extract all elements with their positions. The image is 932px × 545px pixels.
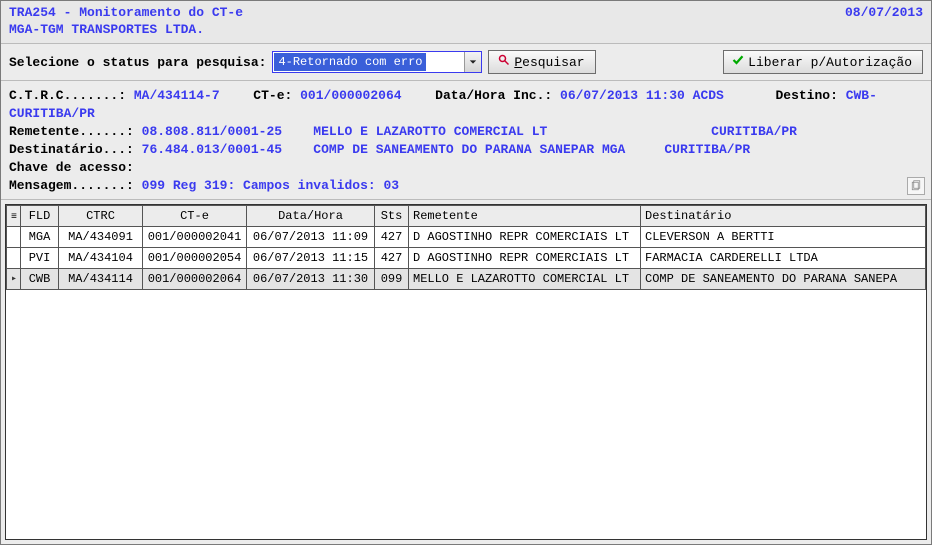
col-ctrc[interactable]: CTRC bbox=[59, 206, 143, 227]
col-marker[interactable]: ≡ bbox=[7, 206, 21, 227]
table-row[interactable]: MGAMA/434091001/00000204106/07/2013 11:0… bbox=[7, 227, 926, 248]
app-window: TRA254 - Monitoramento do CT-e 08/07/201… bbox=[0, 0, 932, 545]
search-button-label: Pesquisar bbox=[514, 55, 584, 70]
cell-mark: ▸ bbox=[7, 269, 21, 290]
destinatario-cnpj: 76.484.013/0001-45 bbox=[142, 142, 282, 157]
check-icon bbox=[732, 54, 744, 70]
col-cte[interactable]: CT-e bbox=[143, 206, 247, 227]
cell-fld: PVI bbox=[21, 248, 59, 269]
app-title: TRA254 - Monitoramento do CT-e bbox=[9, 5, 243, 20]
filter-label: Selecione o status para pesquisa: bbox=[9, 55, 266, 70]
datahora-label: Data/Hora Inc.: bbox=[435, 88, 552, 103]
cell-datahora: 06/07/2013 11:30 bbox=[247, 269, 375, 290]
col-destinatario[interactable]: Destinatário bbox=[641, 206, 926, 227]
mensagem-label: Mensagem.......: bbox=[9, 178, 134, 193]
grid: ≡ FLD CTRC CT-e Data/Hora Sts Remetente … bbox=[5, 204, 927, 540]
status-select-value: 4-Retornado com erro bbox=[274, 53, 426, 71]
search-icon bbox=[498, 54, 510, 70]
cte-value: 001/000002064 bbox=[300, 88, 401, 103]
chave-label: Chave de acesso: bbox=[9, 160, 134, 175]
cell-cte: 001/000002064 bbox=[143, 269, 247, 290]
destinatario-cidade: CURITIBA/PR bbox=[664, 142, 750, 157]
cell-remetente: D AGOSTINHO REPR COMERCIAIS LT bbox=[409, 248, 641, 269]
cell-sts: 099 bbox=[375, 269, 409, 290]
destinatario-nome: COMP DE SANEAMENTO DO PARANA SANEPAR MGA bbox=[313, 142, 625, 157]
cell-ctrc: MA/434091 bbox=[59, 227, 143, 248]
destinatario-label: Destinatário...: bbox=[9, 142, 134, 157]
remetente-label: Remetente......: bbox=[9, 124, 134, 139]
filter-bar: Selecione o status para pesquisa: 4-Reto… bbox=[1, 44, 931, 81]
cell-mark bbox=[7, 227, 21, 248]
header-date: 08/07/2013 bbox=[845, 5, 923, 20]
cell-remetente: MELLO E LAZAROTTO COMERCIAL LT bbox=[409, 269, 641, 290]
authorize-button-label: Liberar p/Autorização bbox=[748, 55, 912, 70]
cell-destinatario: COMP DE SANEAMENTO DO PARANA SANEPA bbox=[641, 269, 926, 290]
cell-mark bbox=[7, 248, 21, 269]
remetente-nome: MELLO E LAZAROTTO COMERCIAL LT bbox=[313, 124, 547, 139]
cell-destinatario: FARMACIA CARDERELLI LTDA bbox=[641, 248, 926, 269]
authorize-button[interactable]: Liberar p/Autorização bbox=[723, 50, 923, 74]
table-header-row: ≡ FLD CTRC CT-e Data/Hora Sts Remetente … bbox=[7, 206, 926, 227]
col-fld[interactable]: FLD bbox=[21, 206, 59, 227]
chevron-down-icon bbox=[464, 52, 481, 72]
cell-cte: 001/000002041 bbox=[143, 227, 247, 248]
ctrc-value: MA/434114-7 bbox=[134, 88, 220, 103]
col-sts[interactable]: Sts bbox=[375, 206, 409, 227]
cell-remetente: D AGOSTINHO REPR COMERCIAIS LT bbox=[409, 227, 641, 248]
cell-datahora: 06/07/2013 11:09 bbox=[247, 227, 375, 248]
cte-label: CT-e: bbox=[253, 88, 292, 103]
col-remetente[interactable]: Remetente bbox=[409, 206, 641, 227]
cell-datahora: 06/07/2013 11:15 bbox=[247, 248, 375, 269]
cell-sts: 427 bbox=[375, 227, 409, 248]
cell-destinatario: CLEVERSON A BERTTI bbox=[641, 227, 926, 248]
search-button[interactable]: Pesquisar bbox=[488, 50, 596, 74]
remetente-cidade: CURITIBA/PR bbox=[711, 124, 797, 139]
table-row[interactable]: ▸CWBMA/434114001/00000206406/07/2013 11:… bbox=[7, 269, 926, 290]
company-name: MGA-TGM TRANSPORTES LTDA. bbox=[9, 22, 923, 37]
details-pane: C.T.R.C.......: MA/434114-7 CT-e: 001/00… bbox=[1, 81, 931, 200]
data-table[interactable]: ≡ FLD CTRC CT-e Data/Hora Sts Remetente … bbox=[6, 205, 926, 290]
ctrc-label: C.T.R.C.......: bbox=[9, 88, 126, 103]
remetente-cnpj: 08.808.811/0001-25 bbox=[142, 124, 282, 139]
datahora-value: 06/07/2013 11:30 ACDS bbox=[560, 88, 724, 103]
cell-cte: 001/000002054 bbox=[143, 248, 247, 269]
cell-fld: CWB bbox=[21, 269, 59, 290]
copy-icon[interactable] bbox=[907, 177, 925, 195]
cell-sts: 427 bbox=[375, 248, 409, 269]
col-datahora[interactable]: Data/Hora bbox=[247, 206, 375, 227]
status-select[interactable]: 4-Retornado com erro bbox=[272, 51, 482, 73]
destino-label: Destino: bbox=[775, 88, 837, 103]
table-row[interactable]: PVIMA/434104001/00000205406/07/2013 11:1… bbox=[7, 248, 926, 269]
cell-ctrc: MA/434114 bbox=[59, 269, 143, 290]
cell-fld: MGA bbox=[21, 227, 59, 248]
titlebar: TRA254 - Monitoramento do CT-e 08/07/201… bbox=[1, 1, 931, 44]
mensagem-value: 099 Reg 319: Campos invalidos: 03 bbox=[142, 178, 399, 193]
cell-ctrc: MA/434104 bbox=[59, 248, 143, 269]
